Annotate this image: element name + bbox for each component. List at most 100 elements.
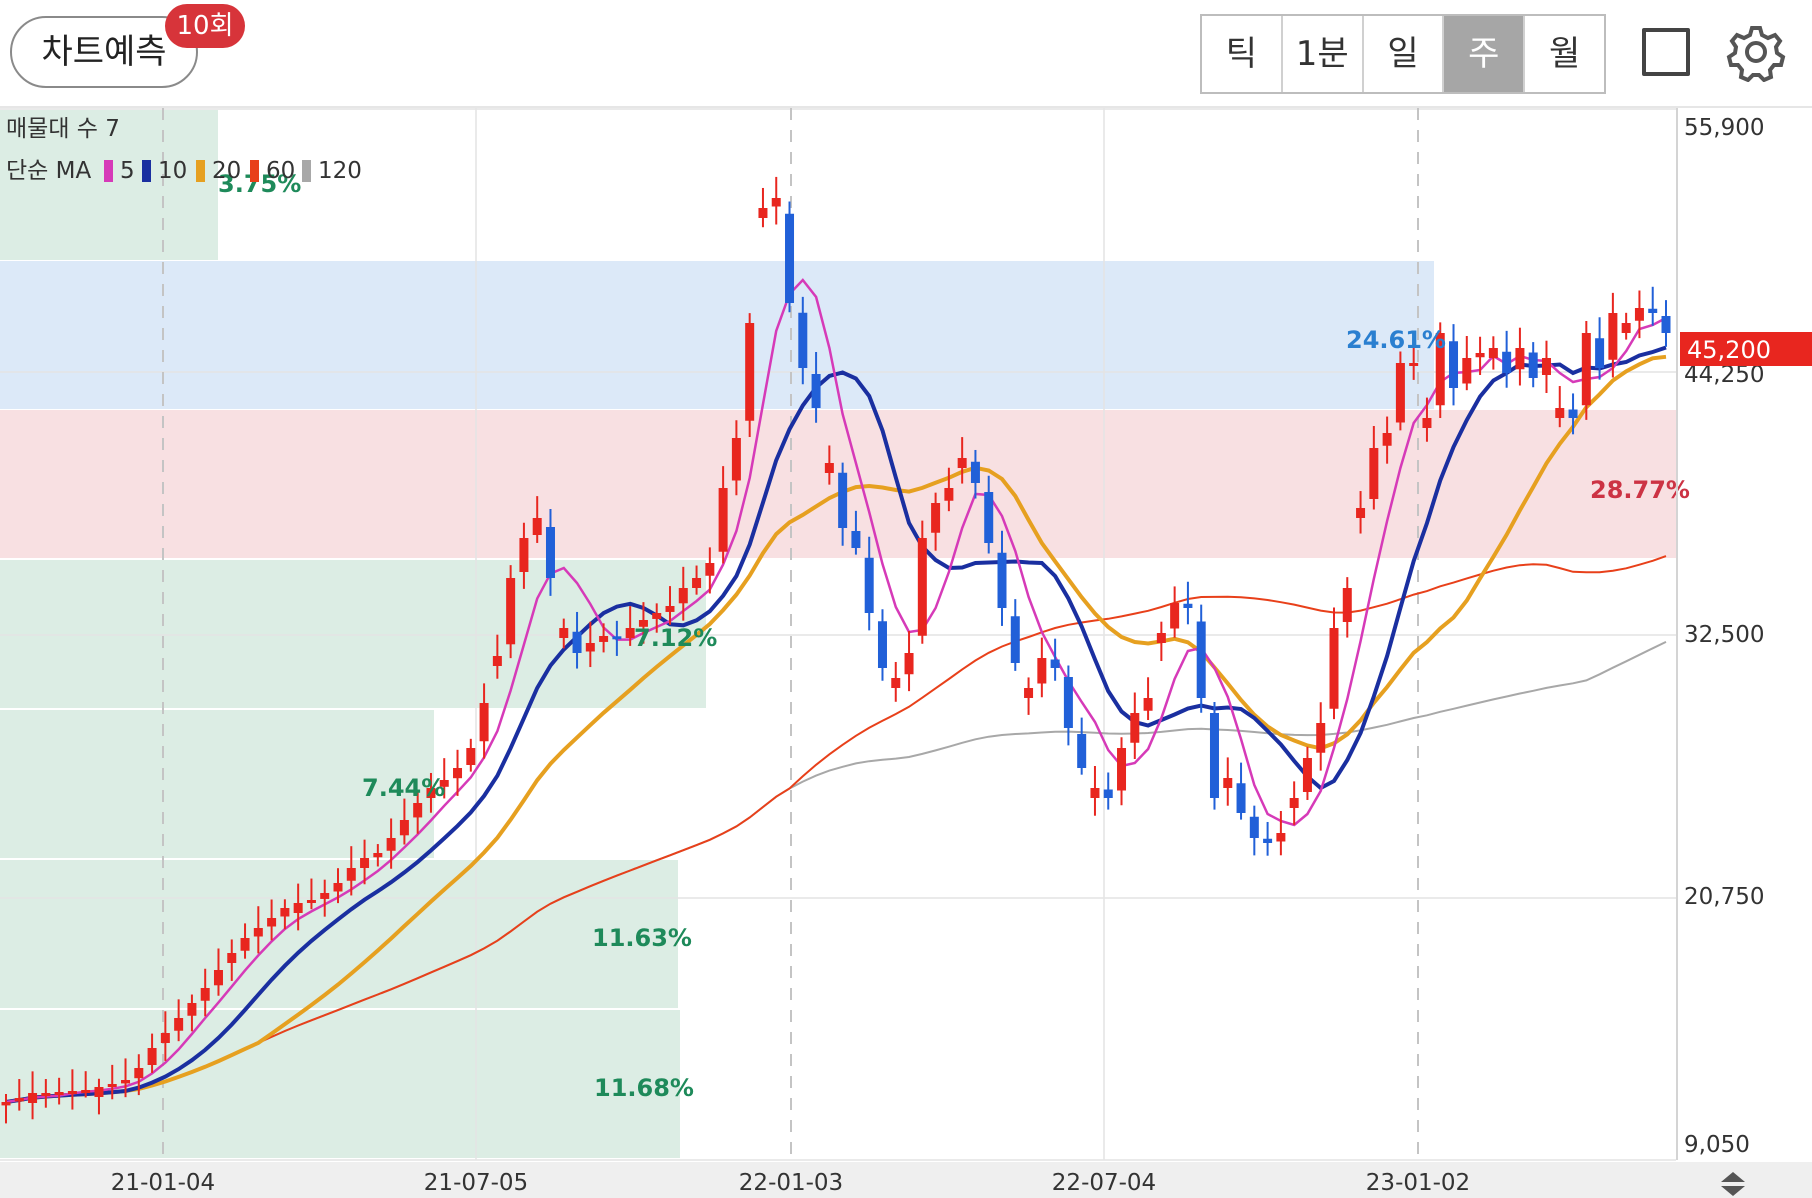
candle-body — [174, 1018, 184, 1031]
candle-body — [227, 953, 237, 963]
candle-body — [41, 1093, 51, 1096]
candle — [1156, 621, 1166, 661]
candle-body — [1382, 433, 1392, 446]
predict-count-badge: 10회 — [165, 4, 245, 48]
candle-body — [1608, 313, 1618, 360]
ma-legend-label: 단순 MA — [6, 158, 91, 184]
candle — [506, 565, 516, 659]
candle-body — [346, 868, 356, 881]
candle-body — [413, 803, 423, 818]
candle-body — [652, 613, 662, 619]
candle-body — [798, 312, 808, 368]
candle-body — [1621, 323, 1631, 333]
candle-body — [360, 858, 370, 868]
vp-label: 11.68% — [594, 1074, 694, 1102]
candle — [1077, 717, 1087, 775]
candle-body — [1077, 734, 1087, 768]
tab-tick[interactable]: 틱 — [1202, 16, 1283, 92]
ma-period-label: 5 — [120, 158, 135, 184]
candle-body — [824, 463, 834, 473]
candle-body — [1502, 351, 1512, 373]
vp-label: 11.63% — [592, 924, 692, 952]
price-chart[interactable]: 3.75% 24.61% 28.77% 7.12% 7.44% 11.63% 1… — [0, 108, 1812, 1198]
candle — [1170, 586, 1180, 638]
candle-body — [692, 578, 702, 588]
candle-body — [67, 1091, 77, 1094]
candle-body — [599, 636, 609, 642]
candle-body — [240, 938, 250, 951]
candle-body — [731, 438, 741, 481]
tab-monthly[interactable]: 월 — [1525, 16, 1604, 92]
candle-body — [1342, 588, 1352, 622]
candle-body — [1462, 358, 1472, 384]
candle-body — [1024, 688, 1034, 698]
candle-body — [453, 768, 463, 779]
candle-body — [944, 488, 954, 501]
candle — [1515, 327, 1525, 386]
candle — [1316, 702, 1326, 771]
volume-profile-bar — [0, 560, 706, 708]
candle-body — [572, 631, 582, 653]
ma-period-label: 120 — [318, 158, 362, 184]
candle-body — [1356, 508, 1366, 518]
candle-body — [187, 1003, 197, 1016]
candle — [1541, 340, 1551, 393]
candle — [1329, 607, 1339, 720]
ma10-swatch — [142, 160, 151, 182]
gear-icon[interactable] — [1726, 22, 1786, 82]
candle-body — [1090, 788, 1100, 798]
x-axis-tick-label: 22-07-04 — [1052, 1170, 1156, 1196]
candle-body — [81, 1090, 91, 1093]
vp-label: 28.77% — [1590, 476, 1690, 504]
candle — [1661, 300, 1671, 347]
candle-body — [147, 1048, 157, 1065]
resistance-zone — [0, 261, 1434, 409]
candle-body — [306, 900, 316, 903]
candle — [745, 313, 755, 438]
candle-body — [1475, 353, 1485, 358]
tab-daily[interactable]: 일 — [1364, 16, 1445, 92]
candle-body — [1156, 633, 1166, 643]
candle — [1263, 821, 1273, 856]
candle-body — [1369, 448, 1379, 499]
candle-body — [851, 531, 861, 548]
x-axis-bar — [0, 1162, 1812, 1198]
layout-square-icon[interactable] — [1642, 28, 1690, 76]
vp-label: 7.44% — [362, 774, 445, 802]
candle-body — [1581, 333, 1591, 406]
candle — [1024, 677, 1034, 715]
vp-label: 24.61% — [1346, 326, 1446, 354]
candle-body — [877, 621, 887, 668]
candle — [904, 631, 914, 692]
candle-body — [1515, 348, 1525, 370]
candle-body — [1329, 628, 1339, 709]
candle — [1276, 811, 1286, 856]
candle-body — [293, 903, 303, 913]
x-axis-tick-label: 21-01-04 — [111, 1170, 215, 1196]
ma120-swatch — [302, 160, 311, 182]
candle-body — [771, 198, 781, 207]
top-toolbar: 차트예측 10회 틱 1분 일 주 월 — [0, 0, 1812, 108]
volume-profile-legend: 매물대 수 7 — [6, 116, 120, 142]
candle-body — [1395, 363, 1405, 423]
volume-profile-bar — [0, 1010, 680, 1158]
candle-body — [399, 820, 409, 836]
tab-1min[interactable]: 1분 — [1283, 16, 1364, 92]
candle-body — [1209, 713, 1219, 798]
candle-body — [585, 643, 595, 652]
candle-body — [1130, 713, 1140, 743]
candle-body — [1103, 789, 1113, 798]
candle-body — [1488, 348, 1498, 358]
candle — [1050, 638, 1060, 681]
x-axis-tick-label: 22-01-03 — [739, 1170, 843, 1196]
candle — [1395, 351, 1405, 431]
candle — [1103, 772, 1113, 810]
candle-body — [997, 552, 1007, 608]
candle-body — [121, 1080, 131, 1084]
candle — [1621, 312, 1631, 340]
candle-body — [705, 563, 715, 576]
candle-body — [811, 374, 821, 408]
candle-body — [107, 1084, 117, 1087]
tab-weekly[interactable]: 주 — [1444, 16, 1526, 92]
y-axis-tick-label: 55,900 — [1684, 115, 1764, 141]
